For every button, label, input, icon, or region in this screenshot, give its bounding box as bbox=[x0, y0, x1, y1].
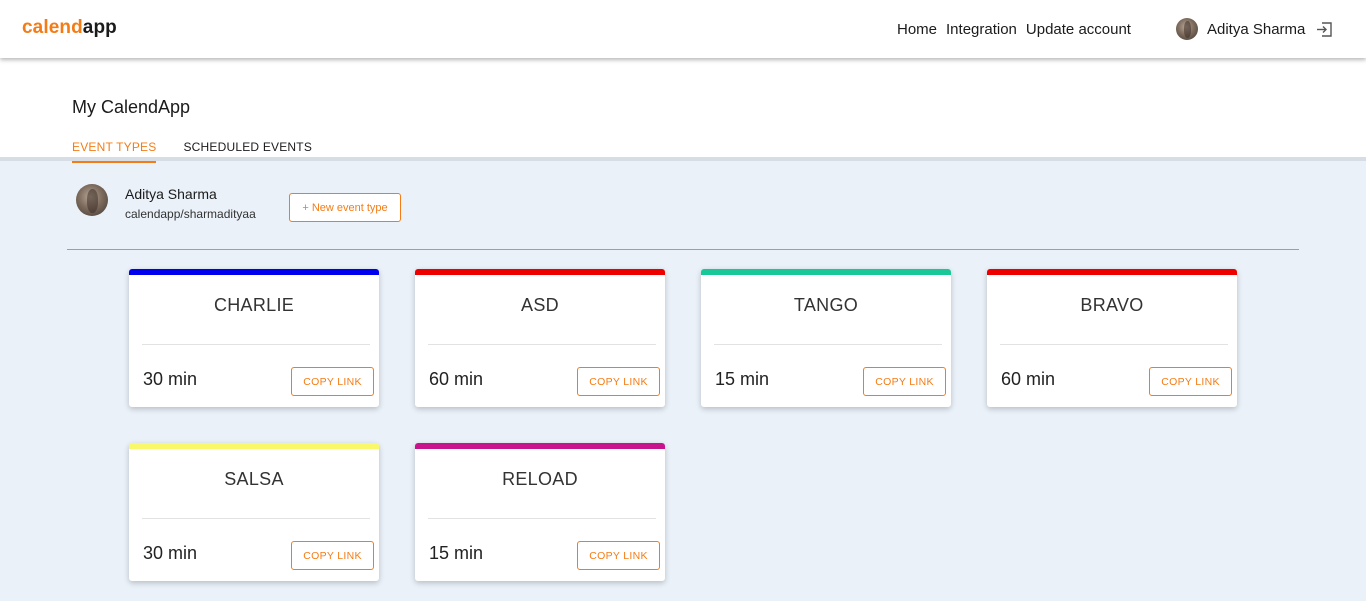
card-duration: 30 min bbox=[143, 369, 198, 389]
copy-link-button[interactable]: COPY LINK bbox=[291, 367, 374, 396]
user-name: Aditya Sharma bbox=[1207, 20, 1306, 38]
copy-link-button[interactable]: COPY LINK bbox=[863, 367, 946, 396]
nav-link-update-account[interactable]: Update account bbox=[1026, 21, 1131, 38]
event-card-asd[interactable]: ASD 60 min COPY LINK bbox=[415, 269, 665, 407]
card-title: BRAVO bbox=[1080, 295, 1144, 315]
copy-link-button[interactable]: COPY LINK bbox=[291, 541, 374, 570]
event-card-bravo[interactable]: BRAVO 60 min COPY LINK bbox=[987, 269, 1237, 407]
header-divider bbox=[0, 157, 1366, 161]
app-logo[interactable]: calendapp bbox=[22, 17, 117, 39]
card-title: ASD bbox=[521, 295, 559, 315]
card-color-bar bbox=[129, 269, 379, 275]
card-title: RELOAD bbox=[502, 469, 578, 489]
card-duration: 60 min bbox=[1001, 369, 1056, 389]
logo-part-app: app bbox=[82, 17, 117, 38]
card-duration: 15 min bbox=[429, 543, 484, 563]
page-title: My CalendApp bbox=[72, 97, 191, 117]
card-duration: 30 min bbox=[143, 543, 198, 563]
card-separator bbox=[142, 344, 370, 345]
card-color-bar bbox=[129, 443, 379, 449]
new-event-type-button[interactable]: + New event type bbox=[289, 193, 401, 222]
card-color-bar bbox=[415, 269, 665, 275]
card-duration: 15 min bbox=[715, 369, 770, 389]
page-header: My CalendApp EVENT TYPES SCHEDULED EVENT… bbox=[0, 58, 1366, 163]
event-card-reload[interactable]: RELOAD 15 min COPY LINK bbox=[415, 443, 665, 581]
card-color-bar bbox=[987, 269, 1237, 275]
card-title: TANGO bbox=[793, 295, 859, 315]
card-title: SALSA bbox=[224, 469, 284, 489]
nav-links: Home Integration Update account bbox=[897, 21, 1131, 38]
nav-link-integration[interactable]: Integration bbox=[946, 21, 1017, 38]
nav-link-home[interactable]: Home bbox=[897, 21, 937, 38]
event-card-tango[interactable]: TANGO 15 min COPY LINK bbox=[701, 269, 951, 407]
copy-link-button[interactable]: COPY LINK bbox=[1149, 367, 1232, 396]
logout-icon[interactable] bbox=[1316, 21, 1333, 38]
logo-part-calend: calend bbox=[22, 17, 83, 38]
card-title: CHARLIE bbox=[213, 295, 295, 315]
section-divider bbox=[67, 249, 1299, 250]
card-separator bbox=[1000, 344, 1228, 345]
copy-link-button[interactable]: COPY LINK bbox=[577, 541, 660, 570]
card-color-bar bbox=[415, 443, 665, 449]
card-separator bbox=[428, 344, 656, 345]
profile-link: calendapp/sharmadityaa bbox=[125, 207, 256, 221]
user-avatar bbox=[1176, 18, 1198, 40]
profile-avatar bbox=[76, 184, 108, 216]
top-navbar: calendapp Home Integration Update accoun… bbox=[0, 0, 1366, 58]
card-color-bar bbox=[701, 269, 951, 275]
card-separator bbox=[714, 344, 942, 345]
profile-summary: Aditya Sharma calendapp/sharmadityaa bbox=[76, 184, 256, 221]
card-separator bbox=[428, 518, 656, 519]
event-card-charlie[interactable]: CHARLIE 30 min COPY LINK bbox=[129, 269, 379, 407]
profile-name: Aditya Sharma bbox=[125, 186, 217, 202]
event-card-salsa[interactable]: SALSA 30 min COPY LINK bbox=[129, 443, 379, 581]
user-menu[interactable]: Aditya Sharma bbox=[1176, 18, 1305, 40]
card-separator bbox=[142, 518, 370, 519]
copy-link-button[interactable]: COPY LINK bbox=[577, 367, 660, 396]
card-duration: 60 min bbox=[429, 369, 484, 389]
